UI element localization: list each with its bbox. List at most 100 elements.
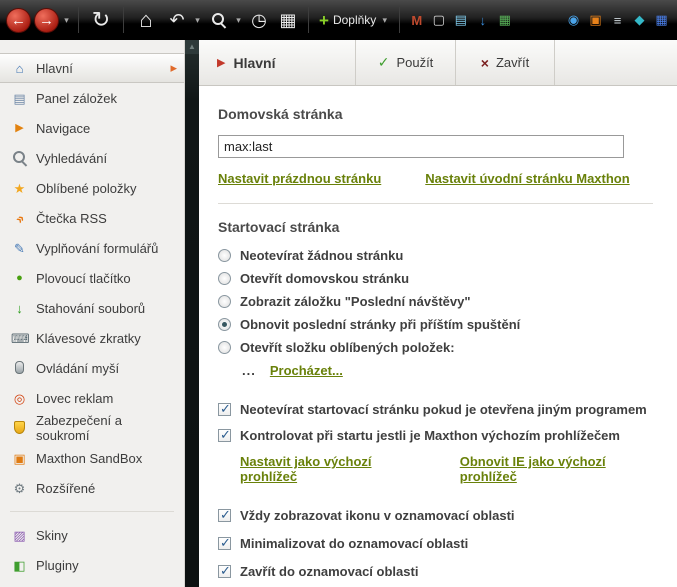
toolbar-separator bbox=[78, 7, 79, 33]
sidebar-item-oblibene-polozky[interactable]: ★ Oblíbené položky bbox=[0, 173, 184, 203]
scroll-up-icon[interactable]: ▲ bbox=[185, 40, 199, 54]
addon-icon[interactable]: ▤ bbox=[451, 12, 470, 28]
checkbox-control[interactable] bbox=[218, 535, 231, 551]
search-dropdown-icon[interactable]: ▾ bbox=[234, 15, 243, 26]
tray-icon[interactable]: ▣ bbox=[586, 12, 605, 28]
radio-last-visits-tab[interactable]: Zobrazit záložku "Poslední návštěvy" bbox=[218, 294, 653, 309]
radio-no-page[interactable]: Neotevírat žádnou stránku bbox=[218, 248, 653, 263]
homepage-heading: Domovská stránka bbox=[218, 106, 343, 122]
forward-dropdown-icon[interactable]: ▾ bbox=[62, 15, 71, 26]
checkbox-control[interactable] bbox=[218, 507, 231, 523]
search-icon bbox=[211, 12, 225, 26]
bookmarks-panel-icon: ▤ bbox=[13, 90, 26, 106]
checkbox-label: Vždy zobrazovat ikonu v oznamovací oblas… bbox=[240, 508, 515, 523]
sidebar-item-navigace[interactable]: ▶ Navigace bbox=[0, 113, 184, 143]
sidebar-item-plovouci-tlacitko[interactable]: ● Plovoucí tlačítko bbox=[0, 263, 184, 293]
sidebar-item-label: Lovec reklam bbox=[36, 390, 114, 406]
close-button[interactable]: × Zavřít bbox=[455, 40, 555, 85]
radio-control[interactable] bbox=[218, 341, 231, 354]
history-button[interactable]: ◷ bbox=[246, 10, 272, 31]
selected-arrow-icon: ▸ bbox=[170, 60, 177, 75]
radio-label: Obnovit poslední stránky při příštím spu… bbox=[240, 317, 521, 332]
addons-dropdown-icon: ▾ bbox=[382, 14, 388, 25]
plus-icon: + bbox=[319, 10, 329, 30]
tray-icon[interactable]: ◆ bbox=[630, 12, 649, 28]
rss-icon: » bbox=[11, 210, 28, 226]
forward-button[interactable]: → bbox=[34, 7, 59, 33]
radio-open-favorites-folder[interactable]: Otevřít složku oblíbených položek: bbox=[218, 340, 653, 355]
refresh-button[interactable]: ↻ bbox=[86, 7, 116, 33]
tabs-grid-button[interactable]: ▦ bbox=[275, 10, 301, 31]
sidebar-item-label: Vyplňování formulářů bbox=[36, 240, 159, 256]
addon-icon[interactable]: ▦ bbox=[495, 12, 514, 28]
checkbox-check-default-browser[interactable]: Kontrolovat při startu jestli je Maxthon… bbox=[218, 427, 653, 443]
sidebar-item-zabezpeceni[interactable]: Zabezpečení a soukromí bbox=[0, 413, 184, 443]
sidebar-item-klavesove-zkratky[interactable]: ⌨ Klávesové zkratky bbox=[0, 323, 184, 353]
search-button[interactable] bbox=[205, 10, 231, 31]
section-divider bbox=[218, 203, 653, 204]
set-maxthon-page-link[interactable]: Nastavit úvodní stránku Maxthon bbox=[425, 171, 629, 186]
addon-icon[interactable]: M bbox=[407, 13, 426, 28]
restore-ie-default-link[interactable]: Obnovit IE jako výchozí prohlížeč bbox=[460, 454, 653, 484]
sidebar-item-rozsirene[interactable]: ⚙ Rozšířené bbox=[0, 473, 184, 503]
undo-button[interactable]: ↶ bbox=[164, 10, 190, 31]
tray-icon[interactable]: ≡ bbox=[608, 13, 627, 28]
sidebar-item-label: Zabezpečení a soukromí bbox=[36, 413, 123, 443]
panel-header: ▶ Hlavní ✓ Použít × Zavřít bbox=[199, 40, 677, 86]
checkbox-control[interactable] bbox=[218, 427, 231, 443]
sidebar-item-label: Rozšířené bbox=[36, 480, 96, 496]
radio-restore-last-pages[interactable]: Obnovit poslední stránky při příštím spu… bbox=[218, 317, 653, 332]
toolbar-separator bbox=[123, 7, 124, 33]
radio-label: Otevřít domovskou stránku bbox=[240, 271, 410, 286]
sidebar-item-sandbox[interactable]: ▣ Maxthon SandBox bbox=[0, 443, 184, 473]
close-icon: × bbox=[480, 54, 489, 71]
checkbox-control[interactable] bbox=[218, 563, 231, 579]
keyboard-icon: ⌨ bbox=[11, 330, 30, 346]
sidebar-item-panel-zalozek[interactable]: ▤ Panel záložek bbox=[0, 83, 184, 113]
tray-icon[interactable]: ▦ bbox=[652, 12, 671, 28]
sidebar-item-label: Navigace bbox=[36, 120, 91, 136]
radio-open-homepage[interactable]: Otevřít domovskou stránku bbox=[218, 271, 653, 286]
tray-icon[interactable]: ◉ bbox=[564, 12, 583, 28]
sidebar-item-vyplnovani-formularu[interactable]: ✎ Vyplňování formulářů bbox=[0, 233, 184, 263]
checkbox-control[interactable] bbox=[218, 401, 231, 417]
sidebar-scrollbar[interactable]: ▲ bbox=[185, 40, 199, 587]
browse-link[interactable]: Procházet... bbox=[270, 363, 343, 378]
sidebar-item-ovladani-mysi[interactable]: Ovládání myší bbox=[0, 353, 184, 383]
navigation-icon: ▶ bbox=[15, 121, 24, 134]
set-default-browser-link[interactable]: Nastavit jako výchozí prohlížeč bbox=[240, 454, 420, 484]
checkbox-minimize-to-tray[interactable]: Minimalizovat do oznamovací oblasti bbox=[218, 535, 653, 551]
undo-dropdown-icon[interactable]: ▾ bbox=[193, 15, 202, 26]
sidebar-item-label: Vyhledávání bbox=[36, 150, 108, 166]
title-arrow-icon: ▶ bbox=[217, 57, 226, 69]
radio-control[interactable] bbox=[218, 318, 231, 331]
checkbox-label: Minimalizovat do oznamovací oblasti bbox=[240, 536, 469, 551]
browser-toolbar: ← → ▾ ↻ ⌂ ↶ ▾ ▾ ◷ ▦ + Doplňky ▾ M ▢ ▤ ↓ … bbox=[0, 0, 677, 40]
sidebar-item-label: Stahování souborů bbox=[36, 300, 146, 316]
addon-icon[interactable]: ▢ bbox=[429, 12, 448, 28]
sidebar-item-label: Plovoucí tlačítko bbox=[36, 270, 131, 286]
settings-content: Domovská stránka Nastavit prázdnou strán… bbox=[199, 86, 677, 579]
radio-control[interactable] bbox=[218, 272, 231, 285]
back-button[interactable]: ← bbox=[6, 7, 31, 33]
sidebar-item-hlavni[interactable]: ⌂ Hlavní ▸ bbox=[0, 53, 184, 83]
radio-control[interactable] bbox=[218, 295, 231, 308]
checkbox-no-startup-if-open[interactable]: Neotevírat startovací stránku pokud je o… bbox=[218, 401, 653, 417]
checkbox-always-show-tray-icon[interactable]: Vždy zobrazovat ikonu v oznamovací oblas… bbox=[218, 507, 653, 523]
homepage-input[interactable] bbox=[218, 135, 624, 158]
sidebar-item-stahovani-souboru[interactable]: ↓ Stahování souborů bbox=[0, 293, 184, 323]
addon-icon[interactable]: ↓ bbox=[473, 13, 492, 28]
checkbox-close-to-tray[interactable]: Zavřít do oznamovací oblasti bbox=[218, 563, 653, 579]
radio-control[interactable] bbox=[218, 249, 231, 262]
sidebar-item-ctecka-rss[interactable]: » Čtečka RSS bbox=[0, 203, 184, 233]
set-blank-page-link[interactable]: Nastavit prázdnou stránku bbox=[218, 171, 381, 186]
sidebar-item-lovec-reklam[interactable]: ◎ Lovec reklam bbox=[0, 383, 184, 413]
checkbox-label: Zavřít do oznamovací oblasti bbox=[240, 564, 419, 579]
sidebar-item-label: Ovládání myší bbox=[36, 360, 120, 376]
apply-button[interactable]: ✓ Použít bbox=[355, 40, 455, 85]
sidebar-item-pluginy[interactable]: ◧ Pluginy bbox=[0, 550, 184, 580]
sidebar-item-skiny[interactable]: ▨ Skiny bbox=[0, 520, 184, 550]
home-button[interactable]: ⌂ bbox=[131, 7, 161, 33]
sidebar-item-vyhledavani[interactable]: Vyhledávání bbox=[0, 143, 184, 173]
addons-button[interactable]: + Doplňky ▾ bbox=[316, 12, 392, 29]
